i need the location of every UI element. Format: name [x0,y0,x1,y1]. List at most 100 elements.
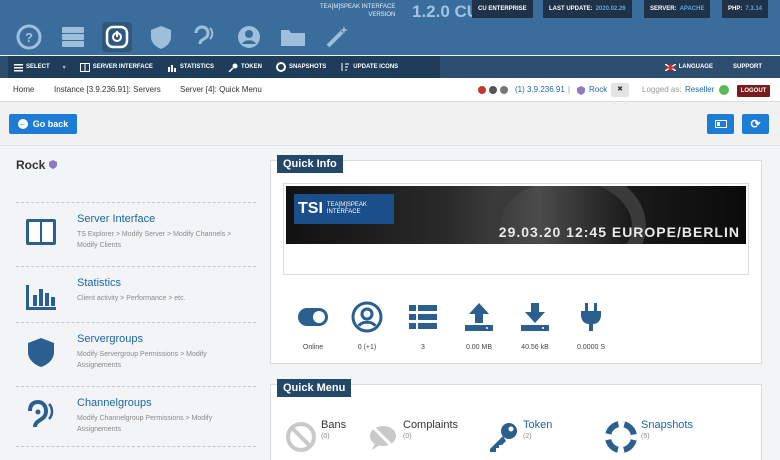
sidebar-item-desc: TS Explorer > Modify Server > Modify Cha… [77,231,232,249]
brand-line2: VERSION [368,12,396,18]
go-back-button[interactable]: ← Go back [9,114,77,134]
ban-icon [286,422,316,452]
breadcrumb: Home Instance [3.9.236.91]: Servers Serv… [0,78,780,102]
edition-text: CU ENTERPRISE [478,6,527,12]
menu-item-token[interactable]: TOKEN [228,63,262,72]
key-icon [490,423,517,452]
menu-item-select[interactable]: SELECT ▾ [14,63,66,72]
user-icon[interactable] [234,22,264,52]
sidebar-item-desc: Client activity > Performance > etc. [77,295,186,302]
quick-menu-snapshots[interactable]: Snapshots (5) [605,417,705,460]
sidebar-item-title: Server Interface [77,213,156,225]
refresh-button[interactable]: ⟳ [742,114,769,134]
tsi-logo-small-1: TEA[M]SPEAK [326,202,367,208]
menu-item-snapshots[interactable]: SNAPSHOTS [275,62,327,72]
window-columns-icon [26,219,56,245]
menu-item-server-interface[interactable]: SERVER INTERFACE [79,62,153,72]
plug-icon [581,303,601,331]
quick-info-title: Quick Info [277,155,343,173]
menu-bar: SELECT ▾ SERVER INTERFACE STATISTICS TOK… [0,56,780,78]
php-value: 7.3.14 [745,6,763,12]
close-server-button[interactable]: ✖ [611,83,629,97]
server-status-icons [478,86,508,94]
menu-item-statistics-label: STATISTICS [179,64,215,70]
tsi-logo-small: TEA[M]SPEAK INTERFACE [327,202,367,216]
php-badge: PHP: 7.3.14 [722,0,769,18]
status-flag-icon [478,86,486,94]
refresh-icon: ⟳ [750,117,761,131]
stat-label: 0.00 MB [465,344,493,351]
logout-button[interactable]: LOGOUT [737,85,770,97]
sidebar-divider [16,446,256,447]
sidebar-item-channelgroups[interactable]: Channelgroups Modify Channelgroup Permis… [16,386,256,444]
key-icon [228,63,238,72]
version-label: 1.2.0 CU [412,2,480,21]
quick-menu-count: (0) [321,433,330,440]
server-value: APACHE [679,6,705,12]
stat-download: 40.56 kB [505,301,565,351]
breadcrumb-instance[interactable]: Instance [3.9.236.91]: Servers [54,85,161,94]
menu-item-select-label: SELECT [26,64,50,70]
quick-menu-complaints[interactable]: Complaints (0) [367,417,477,460]
stat-upload: 0.00 MB [449,301,509,351]
headset-icon [489,86,497,94]
quick-menu-label: Bans [321,419,347,431]
life-ring-icon [275,62,286,72]
quick-menu-count: (5) [641,433,650,440]
quick-menu-label: Snapshots [641,419,693,431]
sidebar-item-server-interface[interactable]: Server Interface TS Explorer > Modify Se… [16,202,256,260]
quick-menu-title: Quick Menu [277,379,352,397]
info-icon [500,86,508,94]
sidebar-item-statistics[interactable]: Statistics Client activity > Performance… [16,266,256,324]
logged-user-link[interactable]: Reseller [685,85,714,94]
quick-menu-count: (0) [403,433,412,440]
ear-icon[interactable] [190,22,220,52]
stat-channels: 3 [393,301,453,351]
server-banner: TSI TEA[M]SPEAK INTERFACE 29.03.20 12:45 … [283,183,749,275]
tsi-logo-big: TSI [298,200,323,217]
breadcrumb-separator: | [568,85,571,94]
quick-menu-token[interactable]: Token (2) [487,417,577,460]
menu-item-language[interactable]: LANGUAGE [664,63,713,71]
upload-icon [465,303,493,331]
menu-item-snapshots-label: SNAPSHOTS [288,64,327,70]
menu-bar-right: LANGUAGE SUPPORT [664,56,780,78]
sort-icon [341,63,350,71]
shield-icon[interactable] [146,22,176,52]
server-rack-icon[interactable] [58,22,88,52]
edition-badge: CU ENTERPRISE [472,0,533,18]
main-nav-icons: ? [14,22,352,52]
shield-icon [28,338,54,367]
server-shield-icon [48,160,57,169]
last-update-value: 2020.02.26 [595,6,626,12]
sidebar-item-title: Channelgroups [77,397,152,409]
server-name-link[interactable]: Rock [589,85,607,94]
sidebar-item-servergroups[interactable]: Servergroups Modify Servergroup Permissi… [16,322,256,380]
help-icon[interactable]: ? [14,22,44,52]
list-icon [409,305,437,329]
magic-wand-icon[interactable] [322,22,352,52]
quick-menu-bans[interactable]: Bans (0) [285,417,355,460]
menu-item-support[interactable]: SUPPORT [733,64,762,70]
breadcrumb-server: Server [4]: Quick Menu [180,85,262,94]
menu-item-update-icons[interactable]: UPDATE ICONS [340,62,398,72]
quick-menu-label: Token [523,419,553,431]
dropdown-caret-icon: ▾ [62,64,66,71]
folder-icon[interactable] [278,22,308,52]
server-address[interactable]: (1) 3.9.236.91 [515,85,565,94]
stat-label: 3 [421,344,425,351]
back-arrow-icon: ← [17,119,28,129]
stat-ping: 0.0000 S [561,301,621,351]
stat-clients: 0 (+1) [337,301,397,351]
quick-menu-label: Complaints [403,419,459,431]
id-card-icon [714,120,727,128]
breadcrumb-home[interactable]: Home [13,85,34,94]
menu-item-statistics[interactable]: STATISTICS [167,63,214,72]
window-icon [79,62,90,72]
sidebar-title: Rock [16,158,57,172]
teamspeak-icon[interactable] [102,22,132,52]
menu-bar-left: SELECT ▾ SERVER INTERFACE STATISTICS TOK… [8,56,440,78]
server-id-button[interactable] [707,114,734,134]
sidebar-item-desc: Modify Channelgroup Permissions > Modify… [77,415,213,433]
bar-chart-icon [26,285,56,310]
